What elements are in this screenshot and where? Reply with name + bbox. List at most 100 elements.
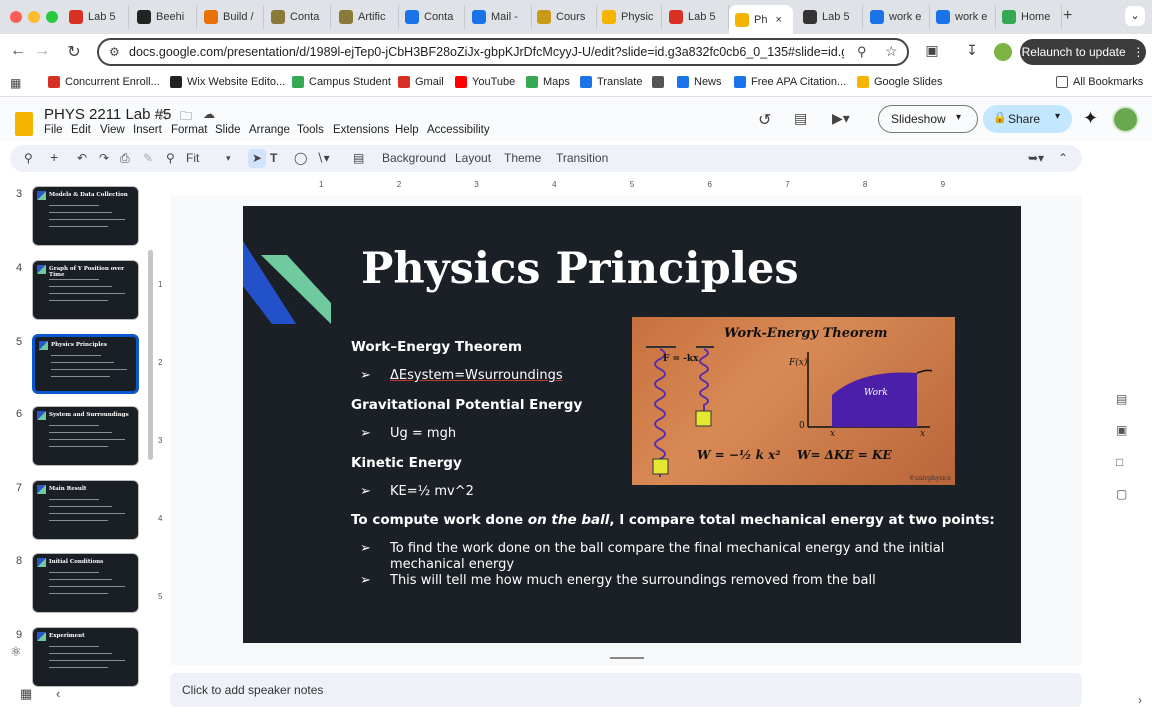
close-tab-icon[interactable]: × <box>775 14 781 26</box>
contacts-icon[interactable]: □ <box>1116 455 1130 469</box>
bookmark-item[interactable]: Maps <box>526 76 570 88</box>
browser-tab[interactable]: Conta <box>265 5 331 29</box>
slide-thumbnail[interactable]: System and Surroundings <box>32 406 139 466</box>
new-tab-icon[interactable]: + <box>1063 7 1072 25</box>
slide-title[interactable]: Physics Principles <box>361 244 799 294</box>
minimize-window-icon[interactable] <box>28 11 40 23</box>
menu-extensions[interactable]: Extensions <box>333 124 389 136</box>
bookmark-item[interactable]: Wix Website Edito... <box>170 76 285 88</box>
show-side-panel-icon[interactable]: › <box>1138 693 1152 707</box>
browser-tab[interactable]: work e <box>864 5 930 29</box>
redo-icon[interactable]: ↷ <box>99 151 109 165</box>
menu-file[interactable]: File <box>44 124 63 136</box>
new-slide-icon[interactable]: + <box>50 149 58 165</box>
account-avatar[interactable] <box>1112 106 1139 133</box>
version-history-icon[interactable]: ↺ <box>758 110 771 130</box>
close-window-icon[interactable] <box>10 11 22 23</box>
browser-tab[interactable]: Ph × <box>729 5 793 34</box>
menu-view[interactable]: View <box>100 124 125 136</box>
menu-arrange[interactable]: Arrange <box>249 124 290 136</box>
speaker-notes[interactable]: Click to add speaker notes <box>170 673 1082 707</box>
back-icon[interactable]: ← <box>8 42 28 60</box>
bookmark-star-icon[interactable]: ☆ <box>885 43 898 60</box>
forward-icon[interactable]: → <box>32 42 52 60</box>
bullet-potential-energy[interactable]: Ug = mgh <box>390 426 456 441</box>
bookmark-item[interactable]: Free APA Citation... <box>734 76 846 88</box>
slide-thumbnail[interactable]: Main Result <box>32 480 139 540</box>
comments-icon[interactable]: ▤ <box>794 110 807 127</box>
maximize-window-icon[interactable] <box>46 11 58 23</box>
bookmark-item[interactable]: Concurrent Enroll... <box>48 76 160 88</box>
apps-grid-icon[interactable]: ▦ <box>10 76 21 90</box>
print-icon[interactable]: ⎙ <box>120 151 130 166</box>
menu-format[interactable]: Format <box>171 124 207 136</box>
bullet-final-initial-line2[interactable]: mechanical energy <box>390 557 514 572</box>
slide-thumbnail[interactable]: Experiment <box>32 627 139 687</box>
keep-icon[interactable]: ▤ <box>1116 392 1130 406</box>
background-button[interactable]: Background <box>382 151 446 165</box>
star-icon[interactable]: ☆ <box>157 107 170 124</box>
slide-editor[interactable]: Physics Principles Work–Energy Theorem ➢… <box>243 206 1021 643</box>
share-button[interactable]: 🔒 Share ▾ <box>983 105 1072 133</box>
slide-thumbnail[interactable]: Initial Conditions <box>32 553 139 613</box>
heading-kinetic-energy[interactable]: Kinetic Energy <box>351 455 462 471</box>
bookmark-item[interactable]: Google Slides <box>857 76 943 88</box>
shape-icon[interactable]: ◯ <box>294 151 307 165</box>
select-tool-icon[interactable]: ➤ <box>248 149 267 168</box>
collapse-filmstrip-icon[interactable]: ‹ <box>56 686 60 701</box>
browser-tab[interactable]: Lab 5 <box>797 5 863 29</box>
menu-edit[interactable]: Edit <box>71 124 91 136</box>
browser-tab[interactable]: work e <box>930 5 996 29</box>
browser-tab[interactable]: Build / <box>198 5 264 29</box>
google-slides-logo[interactable] <box>15 112 33 136</box>
relaunch-button[interactable]: Relaunch to update ⋮ <box>1020 39 1146 65</box>
zoom-search-icon[interactable]: ⚲ <box>857 44 867 60</box>
compute-work-paragraph[interactable]: To compute work done on the ball, I comp… <box>351 512 995 528</box>
extensions-icon[interactable]: ▣ <box>922 42 942 59</box>
bullet-kinetic-energy[interactable]: KE=½ mv^2 <box>390 484 474 499</box>
bookmark-item[interactable]: YouTube <box>455 76 515 88</box>
menu-help[interactable]: Help <box>395 124 419 136</box>
bookmark-item[interactable] <box>652 76 669 88</box>
undo-icon[interactable]: ↶ <box>77 151 87 165</box>
zoom-dropdown-icon[interactable]: ▾ <box>226 153 231 164</box>
menu-insert[interactable]: Insert <box>133 124 162 136</box>
bullet-work-energy[interactable]: ΔEsystem=Wsurroundings <box>390 368 563 383</box>
browser-tab[interactable]: Physic <box>596 5 662 29</box>
menu-accessibility[interactable]: Accessibility <box>427 124 490 136</box>
drive-folder-icon[interactable]: ▢ <box>1116 487 1130 501</box>
bookmark-item[interactable]: Translate <box>580 76 642 88</box>
slide-thumbnail[interactable]: Graph of Y Position over Time <box>32 260 139 320</box>
browser-tab[interactable]: Mail - <box>466 5 532 29</box>
slide-thumbnail[interactable]: Physics Principles <box>32 334 139 394</box>
browser-tab[interactable]: Conta <box>399 5 465 29</box>
bookmark-item[interactable]: News <box>677 76 722 88</box>
bullet-surroundings-removed[interactable]: This will tell me how much energy the su… <box>390 573 876 588</box>
zoom-select[interactable]: Fit <box>186 151 199 165</box>
browser-tab[interactable]: Beehi <box>131 5 197 29</box>
layout-button[interactable]: Layout <box>455 151 491 165</box>
zoom-icon[interactable]: ⚲ <box>166 151 175 165</box>
transition-button[interactable]: Transition <box>556 151 608 165</box>
work-energy-theorem-figure[interactable]: Work-Energy Theorem F = -kx F(x) Work 0 … <box>632 317 955 485</box>
browser-tab[interactable]: Cours <box>531 5 597 29</box>
reload-icon[interactable]: ↻ <box>64 42 84 62</box>
download-icon[interactable]: ↧ <box>962 42 982 59</box>
browser-tab[interactable]: Artific <box>333 5 399 29</box>
filmstrip-scrollbar[interactable] <box>148 250 153 460</box>
menu-slide[interactable]: Slide <box>215 124 241 136</box>
bookmark-item[interactable]: Gmail <box>398 76 444 88</box>
accessibility-icon[interactable]: ⚛ <box>10 644 22 660</box>
grid-view-icon[interactable]: ▦ <box>20 686 32 702</box>
collapse-toolbar-icon[interactable]: ⌃ <box>1058 151 1068 165</box>
site-info-icon[interactable]: ⚙ <box>109 45 120 59</box>
line-tool-icon[interactable]: ∖▾ <box>316 151 330 165</box>
browser-tab[interactable]: Lab 5 <box>63 5 129 29</box>
tab-search-icon[interactable]: ⌄ <box>1125 6 1145 26</box>
browser-tab[interactable]: Home <box>996 5 1062 29</box>
search-menus-icon[interactable]: ⚲ <box>24 151 33 165</box>
slideshow-button[interactable]: Slideshow ▾ <box>878 105 978 133</box>
heading-work-energy[interactable]: Work–Energy Theorem <box>351 339 522 355</box>
bookmark-item[interactable]: Campus Student <box>292 76 391 88</box>
text-box-icon[interactable]: T <box>270 151 277 165</box>
